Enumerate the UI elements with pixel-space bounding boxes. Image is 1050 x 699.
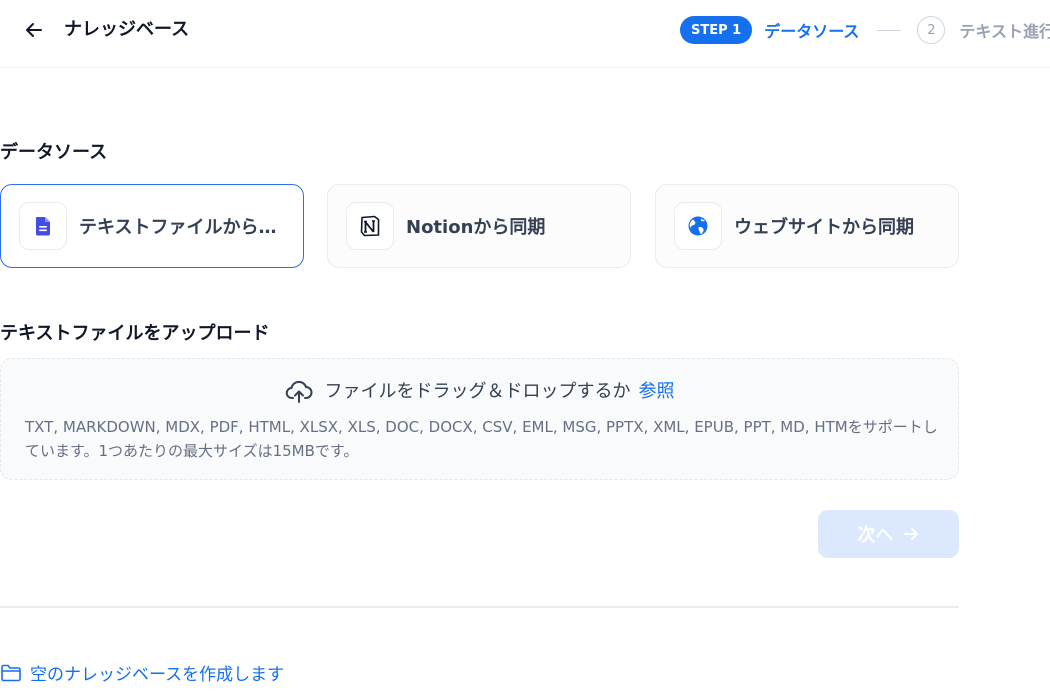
step2-number: 2 [917, 16, 946, 44]
step-divider [877, 29, 902, 31]
stepper: STEP 1 データソース 2 テキスト進行中 [680, 14, 1050, 46]
folder-icon [0, 663, 22, 683]
step1-badge: STEP 1 [680, 16, 753, 44]
notion-logo-icon [360, 215, 380, 237]
source-option-notion[interactable]: Notionから同期 [327, 184, 631, 268]
top-header: ナレッジベース STEP 1 データソース 2 テキスト進行中 [0, 0, 1050, 68]
back-button[interactable] [20, 16, 48, 44]
source-option-website[interactable]: ウェブサイトから同期 [655, 184, 959, 268]
arrow-left-icon [26, 23, 42, 37]
next-button-label: 次へ [857, 525, 894, 546]
file-dropzone[interactable]: ファイルをドラッグ＆ドロップするか 参照 TXT, MARKDOWN, MDX,… [0, 358, 959, 480]
page-title: ナレッジベース [64, 19, 190, 40]
cloud-upload-icon [285, 380, 313, 404]
next-button[interactable]: 次へ [818, 510, 959, 558]
upload-title: テキストファイルをアップロード [0, 323, 270, 344]
source-label-text-file: テキストファイルからインポート [79, 217, 279, 238]
source-option-text-file[interactable]: テキストファイルからインポート [0, 184, 304, 268]
step1-label: データソース [764, 22, 860, 41]
create-empty-knowledge-link[interactable]: 空のナレッジベースを作成します [0, 660, 284, 685]
source-icon-box [19, 202, 67, 250]
create-empty-label: 空のナレッジベースを作成します [30, 665, 285, 685]
browse-link[interactable]: 参照 [639, 379, 675, 405]
supported-formats-text: TXT, MARKDOWN, MDX, PDF, HTML, XLSX, XLS… [25, 418, 938, 460]
dropzone-main: ファイルをドラッグ＆ドロップするか 参照 [1, 379, 958, 405]
dropzone-text: ファイルをドラッグ＆ドロップするか [324, 381, 631, 402]
document-icon [36, 217, 50, 236]
source-icon-box [674, 202, 722, 250]
arrow-right-icon [902, 525, 920, 543]
source-label-website: ウェブサイトから同期 [734, 217, 914, 238]
step2-label: テキスト進行中 [959, 22, 1050, 41]
globe-icon [688, 216, 708, 236]
source-label-notion: Notionから同期 [406, 217, 546, 238]
data-source-title: データソース [0, 142, 108, 163]
section-divider [0, 606, 959, 608]
source-icon-box [346, 202, 394, 250]
